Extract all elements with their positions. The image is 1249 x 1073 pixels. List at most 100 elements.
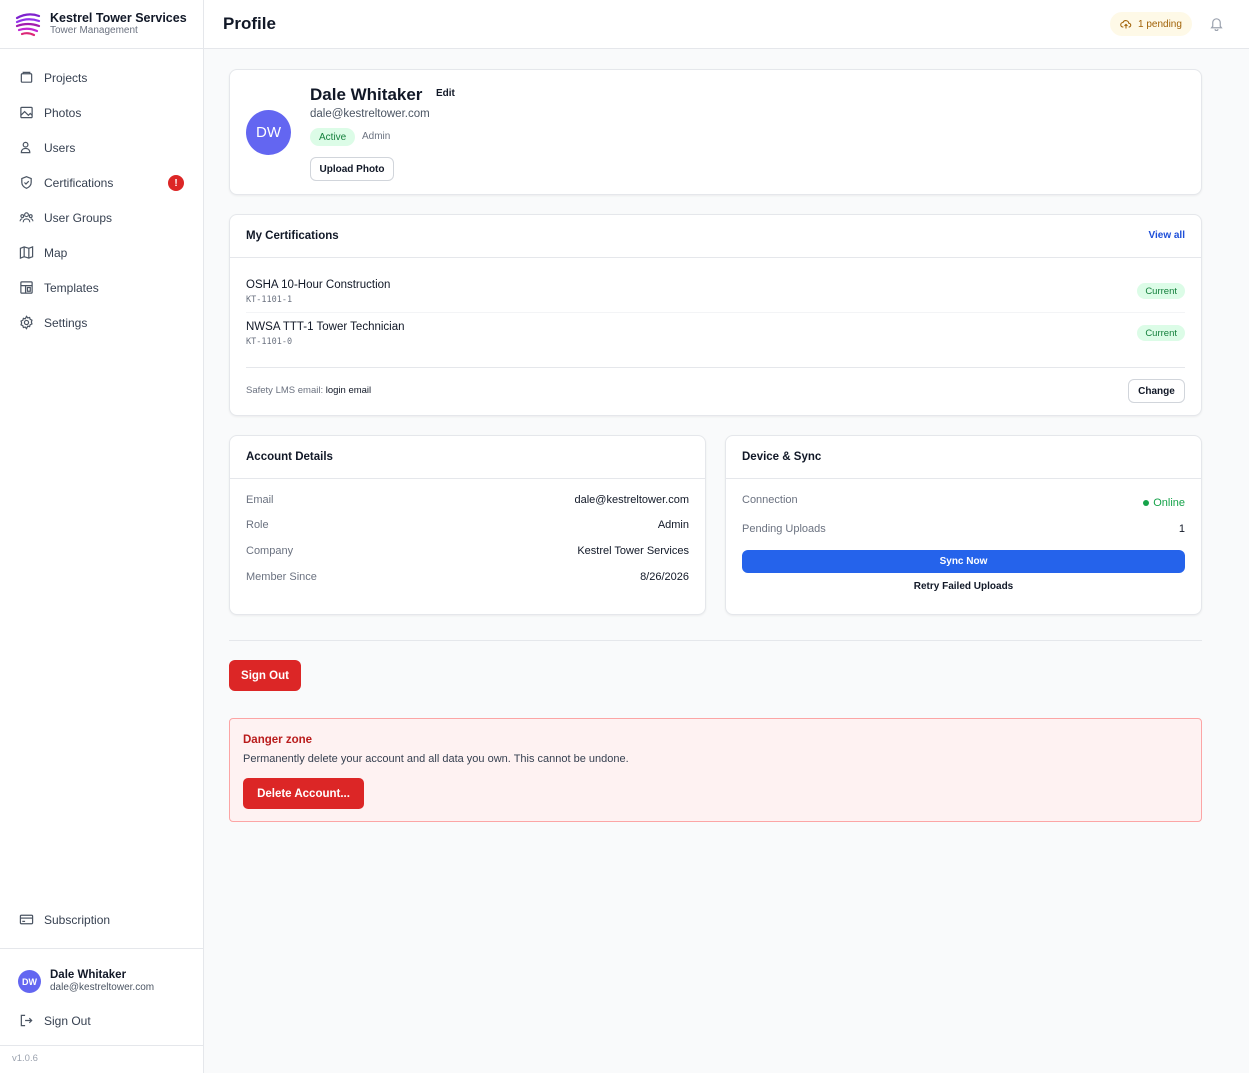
pending-uploads-value: 1 <box>1178 523 1185 535</box>
retry-failed-uploads-button[interactable]: Retry Failed Uploads <box>742 581 1185 597</box>
online-dot-icon <box>1143 500 1150 506</box>
certification-row[interactable]: OSHA 10-Hour Construction KT-1101-1 Curr… <box>246 271 1185 313</box>
sidebar-item-map[interactable]: Map <box>0 235 203 270</box>
row-value: 8/26/2026 <box>640 571 689 583</box>
sidebar-nav: Projects Photos Users Certifications ! U… <box>0 49 203 340</box>
app: Kestrel Tower Services Tower Management … <box>0 0 1249 1073</box>
sidebar-item-certifications[interactable]: Certifications ! <box>0 165 203 200</box>
image-icon <box>19 105 34 120</box>
pending-uploads-pill[interactable]: 1 pending <box>1110 12 1192 36</box>
brand-name: Kestrel Tower Services <box>50 11 187 25</box>
shield-check-icon <box>19 175 34 190</box>
upload-photo-button[interactable]: Upload Photo <box>310 157 394 181</box>
avatar: DW <box>18 970 41 993</box>
danger-zone-title: Danger zone <box>243 734 313 746</box>
lms-email-value: login email <box>325 385 372 396</box>
template-icon <box>19 280 34 295</box>
folder-icon <box>19 70 34 85</box>
profile-card: DW Dale Whitaker Edit dale@kestreltower.… <box>229 69 1202 195</box>
row-value: dale@kestreltower.com <box>574 494 690 506</box>
certifications-card: My Certifications View all OSHA 10-Hour … <box>229 214 1202 416</box>
role-label: Admin <box>362 131 391 142</box>
danger-zone-text: Permanently delete your account and all … <box>243 753 629 765</box>
edit-name-button[interactable]: Edit <box>436 88 455 99</box>
sidebar-item-settings[interactable]: Settings <box>0 305 203 340</box>
credit-card-icon <box>19 912 34 927</box>
brand[interactable]: Kestrel Tower Services Tower Management <box>0 0 203 49</box>
sidebar-item-label: User Groups <box>44 210 113 225</box>
sidebar-user[interactable]: DW Dale Whitaker dale@kestreltower.com <box>0 948 203 994</box>
sign-out-label: Sign Out <box>44 1013 91 1028</box>
divider <box>229 640 1202 641</box>
sidebar-item-label: Subscription <box>44 912 111 927</box>
device-sync-title: Device & Sync <box>742 451 822 463</box>
certification-row[interactable]: NWSA TTT-1 Tower Technician KT-1101-0 Cu… <box>246 313 1185 355</box>
user-groups-icon <box>19 210 34 225</box>
sidebar-item-label: Users <box>44 140 76 155</box>
map-icon <box>19 245 34 260</box>
certifications-header: My Certifications View all <box>230 215 1201 258</box>
sidebar-item-label: Templates <box>44 280 99 295</box>
cloud-upload-icon <box>1120 20 1132 29</box>
account-details-header: Account Details <box>230 436 705 479</box>
brand-logo-icon <box>15 13 41 37</box>
lms-email-info: Safety LMS email: login email <box>246 385 371 396</box>
device-sync-header: Device & Sync <box>726 436 1201 479</box>
sidebar-sign-out[interactable]: Sign Out <box>0 1003 203 1038</box>
device-sync-card: Device & Sync Connection Online Pending … <box>725 435 1202 615</box>
row-key: Email <box>246 494 274 506</box>
row-value: Admin <box>657 519 689 531</box>
header: Profile 1 pending <box>204 0 1249 49</box>
connection-label: Connection <box>742 494 798 506</box>
bell-icon[interactable] <box>1209 16 1224 31</box>
delete-account-button[interactable]: Delete Account... <box>243 778 364 809</box>
brand-subtitle: Tower Management <box>50 25 138 36</box>
connection-status: Online <box>1143 497 1185 509</box>
sidebar: Kestrel Tower Services Tower Management … <box>0 0 204 1073</box>
sidebar-item-templates[interactable]: Templates <box>0 270 203 305</box>
account-details-title: Account Details <box>246 451 333 463</box>
row-key: Member Since <box>246 571 317 583</box>
profile-avatar: DW <box>246 110 291 155</box>
users-icon <box>19 140 34 155</box>
certifications-title: My Certifications <box>246 230 339 242</box>
sidebar-item-label: Settings <box>44 315 88 330</box>
certification-id: KT-1101-0 <box>246 337 293 347</box>
sidebar-item-label: Photos <box>44 105 82 120</box>
sidebar-item-user-groups[interactable]: User Groups <box>0 200 203 235</box>
page-title: Profile <box>223 14 276 33</box>
certification-status-badge: Current <box>1137 325 1185 341</box>
change-lms-email-button[interactable]: Change <box>1128 379 1185 403</box>
sidebar-item-label: Map <box>44 245 68 260</box>
row-value: Kestrel Tower Services <box>577 545 689 557</box>
view-all-link[interactable]: View all <box>1148 230 1185 241</box>
row-key: Company <box>246 545 294 557</box>
danger-zone: Danger zone Permanently delete your acco… <box>229 718 1202 822</box>
sidebar-item-projects[interactable]: Projects <box>0 60 203 95</box>
sync-now-button[interactable]: Sync Now <box>742 550 1185 573</box>
sidebar-item-subscription[interactable]: Subscription <box>0 902 203 937</box>
sidebar-item-photos[interactable]: Photos <box>0 95 203 130</box>
lms-email-label: Safety LMS email: <box>246 385 324 396</box>
pending-uploads-label: Pending Uploads <box>742 523 826 535</box>
certification-name: OSHA 10-Hour Construction <box>246 279 391 291</box>
alert-badge: ! <box>168 175 184 191</box>
app-version: v1.0.6 <box>0 1045 203 1064</box>
certification-name: NWSA TTT-1 Tower Technician <box>246 321 405 333</box>
profile-name: Dale Whitaker <box>310 85 423 104</box>
connection-value: Online <box>1153 497 1185 509</box>
sign-out-icon <box>19 1013 34 1028</box>
sidebar-item-label: Projects <box>44 70 88 85</box>
user-email: dale@kestreltower.com <box>50 982 155 993</box>
user-name: Dale Whitaker <box>50 969 127 981</box>
account-details-card: Account Details Email dale@kestreltower.… <box>229 435 706 615</box>
sidebar-item-label: Certifications <box>44 175 114 190</box>
sidebar-item-users[interactable]: Users <box>0 130 203 165</box>
divider <box>246 367 1185 368</box>
pending-label: 1 pending <box>1138 18 1182 30</box>
row-key: Role <box>246 519 269 531</box>
gear-icon <box>19 315 34 330</box>
certification-status-badge: Current <box>1137 283 1185 299</box>
sign-out-button[interactable]: Sign Out <box>229 660 301 691</box>
certification-id: KT-1101-1 <box>246 295 293 305</box>
